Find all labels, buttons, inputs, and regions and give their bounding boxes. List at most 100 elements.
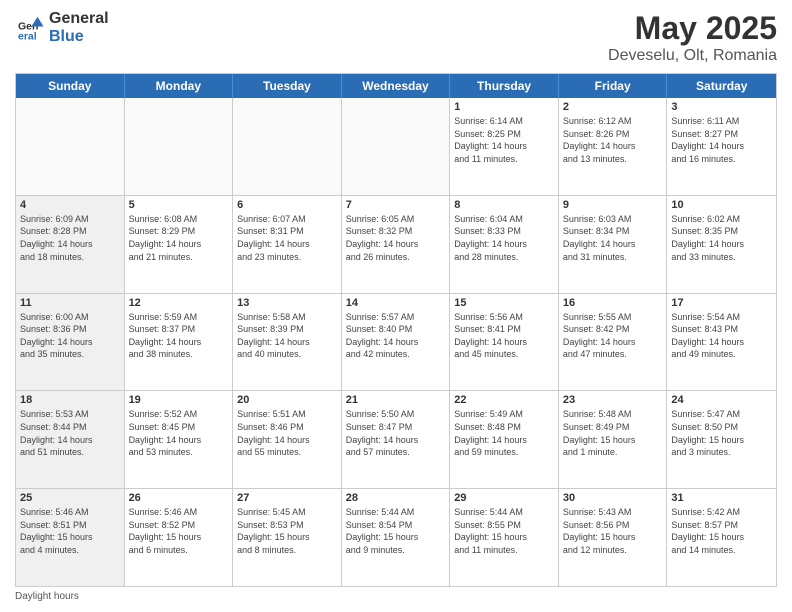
day-info: Sunrise: 5:55 AM Sunset: 8:42 PM Dayligh…	[563, 311, 663, 361]
day-cell-23: 23 Sunrise: 5:48 AM Sunset: 8:49 PM Dayli…	[559, 391, 668, 488]
day-info: Sunrise: 5:47 AM Sunset: 8:50 PM Dayligh…	[671, 408, 772, 458]
footer-note: Daylight hours	[15, 591, 777, 602]
day-number: 19	[129, 394, 229, 406]
day-info: Sunrise: 5:54 AM Sunset: 8:43 PM Dayligh…	[671, 311, 772, 361]
logo-text: General Blue	[49, 10, 109, 45]
day-number: 18	[20, 394, 120, 406]
day-number: 26	[129, 492, 229, 504]
day-header-friday: Friday	[559, 74, 668, 98]
day-headers: SundayMondayTuesdayWednesdayThursdayFrid…	[16, 74, 776, 98]
svg-text:eral: eral	[18, 30, 37, 42]
day-info: Sunrise: 5:46 AM Sunset: 8:51 PM Dayligh…	[20, 506, 120, 556]
day-info: Sunrise: 6:14 AM Sunset: 8:25 PM Dayligh…	[454, 115, 554, 165]
day-info: Sunrise: 5:46 AM Sunset: 8:52 PM Dayligh…	[129, 506, 229, 556]
logo-general-text: General	[49, 10, 109, 28]
day-info: Sunrise: 5:43 AM Sunset: 8:56 PM Dayligh…	[563, 506, 663, 556]
day-cell-31: 31 Sunrise: 5:42 AM Sunset: 8:57 PM Dayli…	[667, 489, 776, 586]
day-number: 1	[454, 101, 554, 113]
day-cell-13: 13 Sunrise: 5:58 AM Sunset: 8:39 PM Dayli…	[233, 294, 342, 391]
day-info: Sunrise: 5:50 AM Sunset: 8:47 PM Dayligh…	[346, 408, 446, 458]
day-header-sunday: Sunday	[16, 74, 125, 98]
day-cell-28: 28 Sunrise: 5:44 AM Sunset: 8:54 PM Dayli…	[342, 489, 451, 586]
day-cell-14: 14Sunrise: 5:57 AM Sunset: 8:40 PM Dayli…	[342, 294, 451, 391]
day-header-thursday: Thursday	[450, 74, 559, 98]
day-info: Sunrise: 6:03 AM Sunset: 8:34 PM Dayligh…	[563, 213, 663, 263]
day-cell-6: 6Sunrise: 6:07 AM Sunset: 8:31 PM Daylig…	[233, 196, 342, 293]
day-number: 4	[20, 199, 120, 211]
day-number: 13	[237, 297, 337, 309]
title-month: May 2025	[608, 10, 777, 47]
day-info: Sunrise: 6:12 AM Sunset: 8:26 PM Dayligh…	[563, 115, 663, 165]
week-row-1: 1 Sunrise: 6:14 AM Sunset: 8:25 PM Daylig…	[16, 98, 776, 195]
day-info: Sunrise: 5:44 AM Sunset: 8:54 PM Dayligh…	[346, 506, 446, 556]
week-row-2: 4Sunrise: 6:09 AM Sunset: 8:28 PM Daylig…	[16, 195, 776, 293]
day-number: 31	[671, 492, 772, 504]
day-info: Sunrise: 5:44 AM Sunset: 8:55 PM Dayligh…	[454, 506, 554, 556]
day-info: Sunrise: 5:51 AM Sunset: 8:46 PM Dayligh…	[237, 408, 337, 458]
day-number: 27	[237, 492, 337, 504]
day-info: Sunrise: 5:53 AM Sunset: 8:44 PM Dayligh…	[20, 408, 120, 458]
day-info: Sunrise: 5:49 AM Sunset: 8:48 PM Dayligh…	[454, 408, 554, 458]
day-info: Sunrise: 6:04 AM Sunset: 8:33 PM Dayligh…	[454, 213, 554, 263]
day-cell-17: 17 Sunrise: 5:54 AM Sunset: 8:43 PM Dayli…	[667, 294, 776, 391]
day-number: 2	[563, 101, 663, 113]
day-cell-4: 4Sunrise: 6:09 AM Sunset: 8:28 PM Daylig…	[16, 196, 125, 293]
page: Gen eral General Blue May 2025 Deveselu,…	[0, 0, 792, 612]
day-number: 16	[563, 297, 663, 309]
day-info: Sunrise: 5:48 AM Sunset: 8:49 PM Dayligh…	[563, 408, 663, 458]
day-number: 29	[454, 492, 554, 504]
day-cell-19: 19 Sunrise: 5:52 AM Sunset: 8:45 PM Dayli…	[125, 391, 234, 488]
day-number: 7	[346, 199, 446, 211]
day-cell-10: 10 Sunrise: 6:02 AM Sunset: 8:35 PM Dayli…	[667, 196, 776, 293]
day-cell-3: 3 Sunrise: 6:11 AM Sunset: 8:27 PM Daylig…	[667, 98, 776, 195]
day-number: 15	[454, 297, 554, 309]
day-cell-30: 30Sunrise: 5:43 AM Sunset: 8:56 PM Dayli…	[559, 489, 668, 586]
day-cell-12: 12Sunrise: 5:59 AM Sunset: 8:37 PM Dayli…	[125, 294, 234, 391]
day-cell-5: 5Sunrise: 6:08 AM Sunset: 8:29 PM Daylig…	[125, 196, 234, 293]
day-number: 11	[20, 297, 120, 309]
header: Gen eral General Blue May 2025 Deveselu,…	[15, 10, 777, 65]
day-cell-8: 8Sunrise: 6:04 AM Sunset: 8:33 PM Daylig…	[450, 196, 559, 293]
day-cell-21: 21 Sunrise: 5:50 AM Sunset: 8:47 PM Dayli…	[342, 391, 451, 488]
day-cell-26: 26 Sunrise: 5:46 AM Sunset: 8:52 PM Dayli…	[125, 489, 234, 586]
day-info: Sunrise: 6:11 AM Sunset: 8:27 PM Dayligh…	[671, 115, 772, 165]
day-cell-empty-3	[342, 98, 451, 195]
day-cell-16: 16 Sunrise: 5:55 AM Sunset: 8:42 PM Dayli…	[559, 294, 668, 391]
day-number: 10	[671, 199, 772, 211]
logo-blue-text: Blue	[49, 28, 109, 46]
day-cell-11: 11 Sunrise: 6:00 AM Sunset: 8:36 PM Dayli…	[16, 294, 125, 391]
day-cell-empty-2	[233, 98, 342, 195]
day-number: 23	[563, 394, 663, 406]
day-header-tuesday: Tuesday	[233, 74, 342, 98]
logo-icon: Gen eral	[15, 13, 45, 43]
day-cell-9: 9Sunrise: 6:03 AM Sunset: 8:34 PM Daylig…	[559, 196, 668, 293]
day-cell-20: 20Sunrise: 5:51 AM Sunset: 8:46 PM Dayli…	[233, 391, 342, 488]
day-info: Sunrise: 6:07 AM Sunset: 8:31 PM Dayligh…	[237, 213, 337, 263]
day-number: 21	[346, 394, 446, 406]
day-cell-22: 22 Sunrise: 5:49 AM Sunset: 8:48 PM Dayli…	[450, 391, 559, 488]
day-cell-18: 18 Sunrise: 5:53 AM Sunset: 8:44 PM Dayli…	[16, 391, 125, 488]
day-number: 17	[671, 297, 772, 309]
calendar: SundayMondayTuesdayWednesdayThursdayFrid…	[15, 73, 777, 587]
day-number: 3	[671, 101, 772, 113]
day-info: Sunrise: 5:57 AM Sunset: 8:40 PM Dayligh…	[346, 311, 446, 361]
week-row-3: 11 Sunrise: 6:00 AM Sunset: 8:36 PM Dayli…	[16, 293, 776, 391]
day-info: Sunrise: 5:42 AM Sunset: 8:57 PM Dayligh…	[671, 506, 772, 556]
week-row-5: 25 Sunrise: 5:46 AM Sunset: 8:51 PM Dayli…	[16, 488, 776, 586]
day-info: Sunrise: 5:52 AM Sunset: 8:45 PM Dayligh…	[129, 408, 229, 458]
day-info: Sunrise: 5:58 AM Sunset: 8:39 PM Dayligh…	[237, 311, 337, 361]
day-info: Sunrise: 5:45 AM Sunset: 8:53 PM Dayligh…	[237, 506, 337, 556]
day-number: 25	[20, 492, 120, 504]
week-row-4: 18 Sunrise: 5:53 AM Sunset: 8:44 PM Dayli…	[16, 390, 776, 488]
day-cell-25: 25 Sunrise: 5:46 AM Sunset: 8:51 PM Dayli…	[16, 489, 125, 586]
day-cell-27: 27 Sunrise: 5:45 AM Sunset: 8:53 PM Dayli…	[233, 489, 342, 586]
logo: Gen eral General Blue	[15, 10, 109, 45]
day-cell-24: 24Sunrise: 5:47 AM Sunset: 8:50 PM Dayli…	[667, 391, 776, 488]
day-info: Sunrise: 6:08 AM Sunset: 8:29 PM Dayligh…	[129, 213, 229, 263]
day-number: 22	[454, 394, 554, 406]
day-number: 28	[346, 492, 446, 504]
day-cell-15: 15Sunrise: 5:56 AM Sunset: 8:41 PM Dayli…	[450, 294, 559, 391]
day-cell-empty-1	[125, 98, 234, 195]
day-info: Sunrise: 6:02 AM Sunset: 8:35 PM Dayligh…	[671, 213, 772, 263]
day-info: Sunrise: 6:00 AM Sunset: 8:36 PM Dayligh…	[20, 311, 120, 361]
